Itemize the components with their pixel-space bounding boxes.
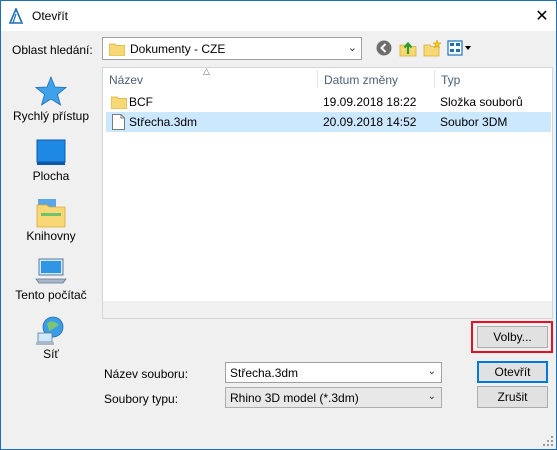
list-item[interactable]: BCF 19.09.2018 18:22 Složka souborů (106, 92, 551, 112)
lookin-value: Dokumenty - CZE (130, 42, 226, 56)
folder-icon (109, 43, 125, 56)
list-item[interactable]: Střecha.3dm 20.09.2018 14:52 Soubor 3DM (106, 112, 551, 132)
lookin-combo[interactable]: Dokumenty - CZE ⌄ (102, 37, 362, 60)
back-icon[interactable] (375, 39, 393, 57)
chevron-down-icon: ⌄ (347, 42, 357, 54)
file-type: Složka souborů (440, 95, 523, 109)
filename-input[interactable]: Střecha.3dm ⌄ (225, 362, 442, 383)
filetype-label: Soubory typu: (104, 392, 179, 406)
new-folder-icon[interactable] (423, 39, 441, 57)
title-bar: Otevřít ✕ (1, 1, 556, 31)
up-folder-icon[interactable] (399, 39, 417, 57)
file-list[interactable]: △ Název Datum změny Typ BCF 19.09.2018 1… (102, 66, 553, 319)
folder-icon (111, 96, 127, 109)
column-header-name[interactable]: △ Název (103, 66, 322, 90)
place-label: Knihovny (26, 229, 76, 243)
close-icon: ✕ (535, 8, 549, 25)
horizontal-scrollbar[interactable] (103, 301, 552, 318)
lookin-label: Oblast hledání: (12, 43, 93, 57)
file-name: BCF (129, 95, 153, 109)
place-label: Plocha (32, 169, 70, 183)
close-button[interactable]: ✕ (532, 6, 552, 26)
file-name: Střecha.3dm (129, 115, 198, 129)
filetype-value: Rhino 3D model (*.3dm) (230, 391, 359, 405)
column-header-type[interactable]: Typ (435, 68, 552, 90)
options-button[interactable]: Volby... (477, 326, 548, 348)
resize-grip-icon[interactable] (543, 436, 553, 446)
filename-value: Střecha.3dm (230, 366, 299, 380)
open-button[interactable]: Otevřít (477, 361, 548, 383)
file-type: Soubor 3DM (440, 115, 508, 129)
places-bar: Rychlý přístup Plocha Knihovny Tento poč… (7, 67, 95, 442)
chevron-down-icon: ⌄ (427, 366, 436, 377)
libraries-icon (36, 199, 66, 228)
filename-label: Název souboru: (104, 367, 189, 381)
quick-access-star-icon (35, 75, 67, 106)
chevron-down-icon: ⌄ (427, 391, 436, 402)
open-file-dialog: Otevřít ✕ Oblast hledání: Dokumenty - CZ… (0, 0, 557, 450)
window-title: Otevřít (32, 9, 69, 23)
sort-up-icon: △ (203, 66, 210, 76)
column-header-date[interactable]: Datum změny (318, 68, 428, 90)
cancel-button[interactable]: Zrušit (477, 386, 548, 408)
file-date: 19.09.2018 18:22 (323, 95, 417, 109)
network-icon (36, 316, 64, 345)
rhino-app-icon (9, 8, 23, 24)
filetype-select[interactable]: Rhino 3D model (*.3dm) ⌄ (225, 387, 442, 408)
place-label: Síť (43, 347, 59, 361)
file-date: 20.09.2018 14:52 (323, 115, 417, 129)
this-pc-icon (35, 258, 67, 284)
place-label: Tento počítač (15, 288, 87, 302)
view-menu-icon[interactable] (447, 39, 473, 57)
file-icon (112, 114, 125, 130)
desktop-icon (36, 139, 66, 165)
place-label: Rychlý přístup (12, 109, 90, 123)
